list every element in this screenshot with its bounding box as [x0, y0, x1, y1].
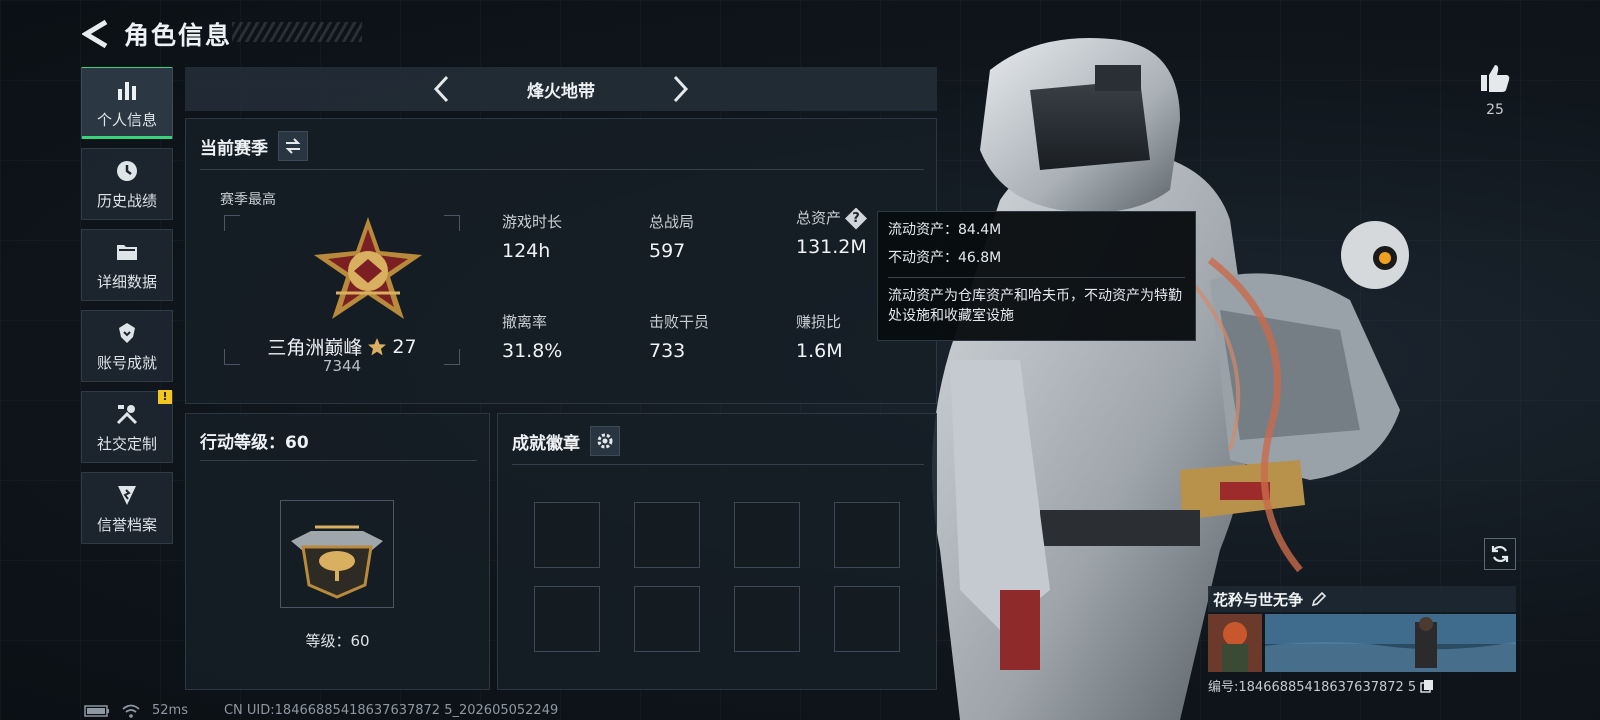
season-panel: 当前赛季 赛季最高 三角洲巅峰 27 7344 游戏时长 124h 总战局 59… [185, 118, 937, 404]
mode-prev-button[interactable] [425, 73, 457, 105]
sidebar-item-label: 历史战绩 [96, 191, 157, 210]
like-button[interactable]: 25 [1470, 62, 1520, 118]
mode-title: 烽火地带 [527, 81, 595, 102]
sidebar-item-label: 账号成就 [96, 353, 157, 372]
player-name: 花矜与世无争 [1213, 590, 1304, 609]
achievement-slot[interactable] [634, 586, 700, 652]
stat-profit-ratio: 赚损比 1.6M [796, 313, 843, 362]
profile-images [1208, 614, 1516, 672]
achievement-slot[interactable] [634, 502, 700, 568]
gear-icon [597, 433, 613, 449]
tooltip-description: 流动资产为仓库资产和哈夫币，不动资产为特勤处设施和收藏室设施 [888, 287, 1182, 324]
status-bar: 52ms CN UID:18466885418637637872 5_20260… [84, 703, 558, 718]
sidebar-item-label: 个人信息 [96, 110, 157, 129]
refresh-icon [1491, 545, 1509, 563]
achievement-slot[interactable] [834, 586, 900, 652]
star-icon [368, 337, 387, 355]
profile-uid: 编号:18466885418637637872 5 [1208, 680, 1417, 695]
page-title: 角色信息 [124, 21, 233, 50]
sidebar-item-achievements[interactable]: 账号成就 [81, 310, 173, 382]
divider [200, 169, 924, 170]
achievement-slot[interactable] [834, 502, 900, 568]
stat-kills: 击败干员 733 [649, 313, 710, 362]
rank-score: 7344 [322, 357, 362, 375]
help-icon[interactable]: ? [845, 207, 868, 230]
achievements-title: 成就徽章 [512, 433, 580, 454]
rank-name-row: 三角洲巅峰 27 [224, 333, 460, 360]
sidebar-item-personal-info[interactable]: 个人信息 [81, 67, 173, 139]
bar-chart-icon [114, 77, 140, 103]
divider [512, 464, 924, 465]
level-panel: 行动等级：60 等级：60 [185, 413, 490, 690]
ping-value: 52ms [152, 703, 188, 718]
stat-total-assets: 总资产? 131.2M [796, 207, 868, 258]
swap-icon [285, 138, 301, 154]
achievement-slot[interactable] [534, 586, 600, 652]
sidebar-item-social[interactable]: ! 社交定制 [81, 390, 173, 463]
sidebar-item-label: 详细数据 [96, 272, 157, 291]
thumbs-up-icon [1481, 65, 1510, 92]
chevron-right-icon [673, 75, 689, 103]
cn-uid: CN UID:18466885418637637872 5_2026050522… [223, 703, 559, 718]
sidebar: 个人信息 历史战绩 详细数据 账号成就 ! 社交定制 信誉档案 [81, 67, 173, 553]
back-button[interactable] [80, 17, 110, 51]
avatar[interactable] [1208, 614, 1262, 672]
sidebar-item-detailed-data[interactable]: 详细数据 [81, 229, 173, 301]
season-best-label: 赛季最高 [220, 192, 276, 208]
achievement-slot[interactable] [734, 586, 800, 652]
rank-emblem-icon [310, 215, 426, 331]
level-title: 行动等级：60 [200, 433, 309, 453]
banner-image[interactable] [1265, 614, 1516, 672]
stat-total-matches: 总战局 597 [649, 213, 695, 262]
sidebar-item-label: 信誉档案 [96, 515, 157, 534]
level-label: 等级：60 [305, 632, 370, 650]
rank-stars: 27 [392, 335, 417, 358]
title-decoration [232, 22, 362, 42]
edit-icon[interactable] [1311, 591, 1327, 607]
divider [200, 460, 477, 461]
refresh-button[interactable] [1484, 538, 1516, 570]
assets-tooltip: 流动资产：84.4M 不动资产：46.8M 流动资产为仓库资产和哈夫币，不动资产… [877, 211, 1196, 341]
mode-selector: 烽火地带 [185, 67, 937, 111]
like-count: 25 [1486, 102, 1504, 118]
sidebar-item-credit[interactable]: 信誉档案 [81, 472, 173, 544]
switch-season-button[interactable] [278, 131, 308, 161]
achievement-slot[interactable] [734, 502, 800, 568]
history-icon [114, 158, 140, 184]
achievements-settings-button[interactable] [590, 426, 620, 456]
stat-playtime: 游戏时长 124h [502, 213, 563, 262]
achievement-icon [114, 320, 140, 346]
shield-icon [114, 482, 140, 508]
mode-next-button[interactable] [665, 73, 697, 105]
copy-icon[interactable] [1420, 679, 1434, 693]
sidebar-item-history[interactable]: 历史战绩 [81, 148, 173, 220]
tooltip-liquid-assets: 流动资产：84.4M [888, 222, 1002, 238]
folder-icon [114, 239, 140, 265]
rank-frame: 三角洲巅峰 27 7344 [224, 215, 460, 375]
profile-uid-row: 编号:18466885418637637872 5 [1208, 676, 1516, 695]
tooltip-divider [888, 276, 1185, 278]
profile-card[interactable]: 花矜与世无争 编号:18466885418637637872 5 [1208, 586, 1516, 695]
season-title: 当前赛季 [200, 138, 268, 159]
header: 角色信息 [80, 14, 232, 54]
tooltip-fixed-assets: 不动资产：46.8M [888, 250, 1002, 267]
sidebar-item-label: 社交定制 [96, 434, 157, 453]
tools-icon [114, 401, 140, 427]
battery-icon [84, 704, 109, 717]
chevron-left-icon [433, 75, 449, 103]
stat-extraction-rate: 撤离率 31.8% [502, 313, 563, 362]
achievements-panel: 成就徽章 [497, 413, 937, 690]
achievement-slot[interactable] [534, 502, 600, 568]
notification-badge: ! [158, 390, 172, 404]
back-arrow-icon [82, 20, 108, 48]
profile-name-row: 花矜与世无争 [1208, 586, 1516, 612]
level-badge-frame[interactable] [280, 500, 394, 608]
rank-name: 三角洲巅峰 [267, 337, 363, 359]
helicopter-badge-icon [291, 525, 383, 599]
wifi-icon [122, 704, 140, 718]
